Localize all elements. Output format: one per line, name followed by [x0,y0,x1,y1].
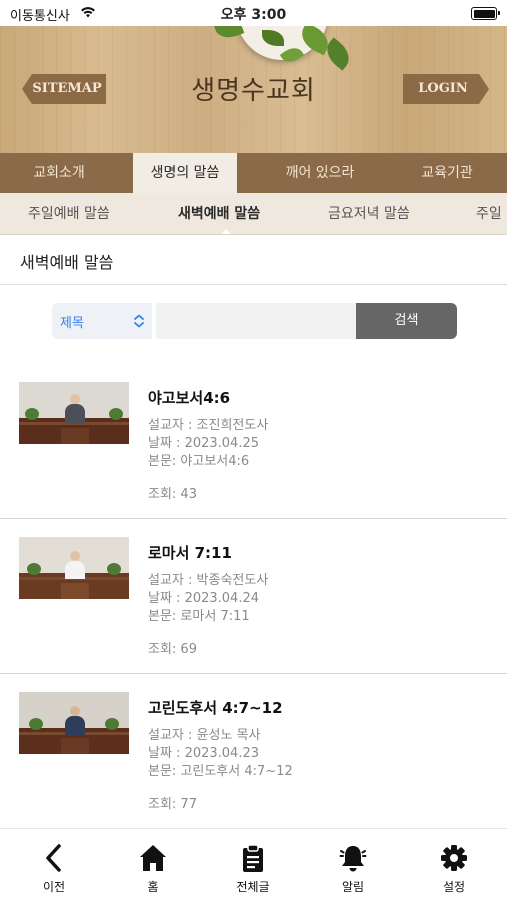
sermon-thumbnail [19,537,129,599]
sermon-views: 조회: 43 [148,487,197,502]
sermon-item[interactable]: 야고보서4:6 설교자 : 조진희전도사 날짜 : 2023.04.25 본문:… [0,364,507,519]
sub-tab-bar: 주일예배 말씀 새벽예배 말씀 금요저녁 말씀 주일 [0,193,507,235]
nav-back[interactable]: 이전 [19,829,89,900]
nav-home[interactable]: 홈 [118,829,188,900]
status-time: 오후 3:00 [220,7,287,23]
search-select-value: 제목 [60,316,84,331]
tab-stay-awake[interactable]: 깨어 있으라 [258,153,382,193]
sermon-preacher: 설교자 : 박종숙전도사 [148,573,269,588]
subtab-sunday-sermon[interactable]: 주일예배 말씀 [28,193,110,234]
gear-icon [441,845,467,871]
main-tab-bar: 교회소개 생명의 말씀 깨어 있으라 교육기관 [0,153,507,193]
sermon-views: 조회: 77 [148,797,197,812]
nav-all-posts[interactable]: 전체글 [218,829,288,900]
search-field-select[interactable]: 제목 [52,303,152,339]
subtab-sunday-overflow[interactable]: 주일 [476,193,502,234]
subtab-dawn-sermon[interactable]: 새벽예배 말씀 [178,193,260,234]
nav-notifications-label: 알림 [341,880,365,894]
tab-church-intro[interactable]: 교회소개 [0,153,118,193]
nav-notifications[interactable]: 알림 [318,829,388,900]
search-input[interactable] [156,303,356,339]
sermon-preacher: 설교자 : 조진희전도사 [148,418,269,433]
sermon-thumbnail [19,692,129,754]
sermon-thumbnail [19,382,129,444]
home-icon [140,845,166,871]
chevron-updown-icon [134,314,144,328]
nav-all-posts-label: 전체글 [236,880,270,894]
sermon-date: 날짜 : 2023.04.24 [148,591,259,606]
chevron-left-icon [46,844,61,872]
sermon-item[interactable]: 로마서 7:11 설교자 : 박종숙전도사 날짜 : 2023.04.24 본문… [0,519,507,674]
sermon-passage: 본문: 로마서 7:11 [148,609,250,624]
bottom-nav: 이전 홈 전체글 알림 설정 [0,828,507,900]
search-button[interactable]: 검색 [356,303,457,339]
sermon-date: 날짜 : 2023.04.25 [148,436,259,451]
tab-word-of-life[interactable]: 생명의 말씀 [133,153,237,193]
divider [0,284,507,285]
nav-back-label: 이전 [42,880,66,894]
sermon-views: 조회: 69 [148,642,197,657]
battery-icon [471,7,500,20]
bell-icon [339,846,367,872]
sermon-title: 야고보서4:6 [148,389,231,407]
subtab-friday-sermon[interactable]: 금요저녁 말씀 [328,193,410,234]
sermon-passage: 본문: 야고보서4:6 [148,454,250,469]
site-header: SITEMAP 생명수교회 LOGIN [0,26,507,153]
sermon-preacher: 설교자 : 윤성노 목사 [148,728,261,743]
nav-home-label: 홈 [147,880,159,894]
sermon-title: 고린도후서 4:7~12 [148,699,283,717]
status-bar: 이동통신사 오후 3:00 [0,0,507,26]
clipboard-icon [243,844,263,872]
active-subtab-indicator [221,229,231,234]
sermon-passage: 본문: 고린도후서 4:7~12 [148,764,293,779]
nav-settings-label: 설정 [442,880,466,894]
tab-education[interactable]: 교육기관 [395,153,499,193]
sermon-date: 날짜 : 2023.04.23 [148,746,259,761]
login-button[interactable]: LOGIN [403,74,489,104]
page-title: 새벽예배 말씀 [20,253,114,272]
nav-settings[interactable]: 설정 [419,829,489,900]
sermon-item[interactable]: 고린도후서 4:7~12 설교자 : 윤성노 목사 날짜 : 2023.04.2… [0,674,507,829]
sermon-title: 로마서 7:11 [148,544,232,562]
